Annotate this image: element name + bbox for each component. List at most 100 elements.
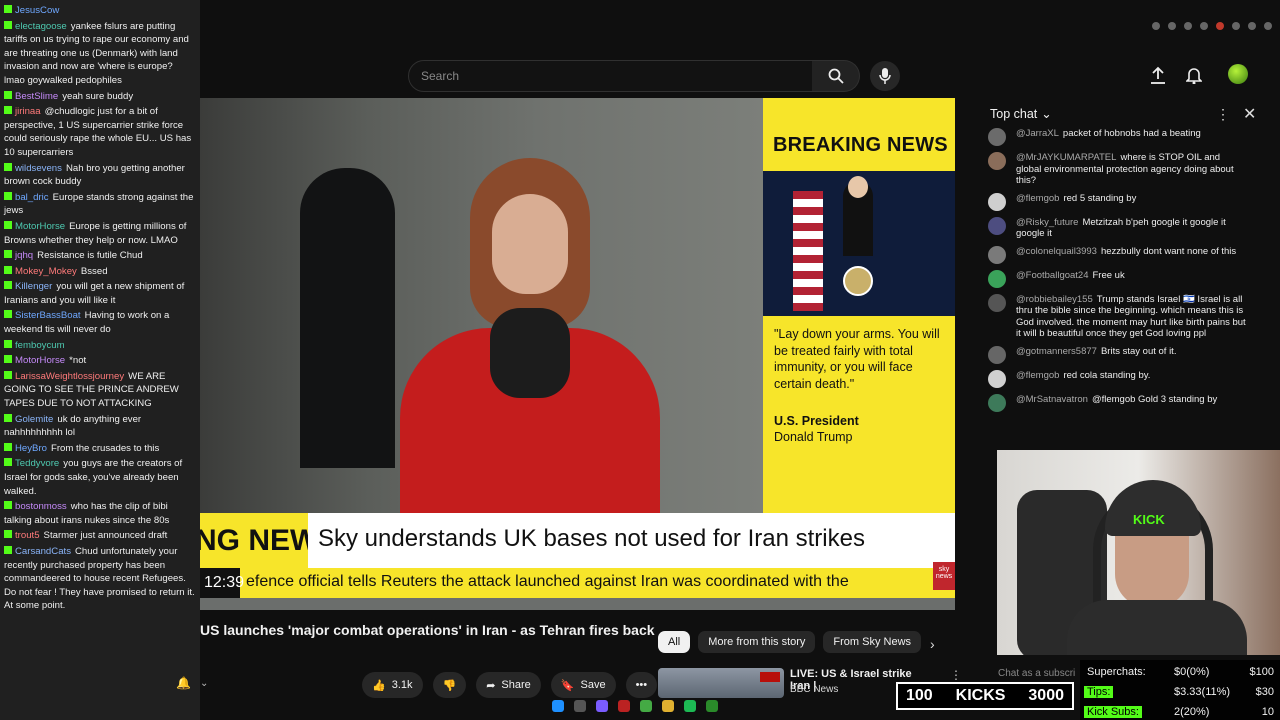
account-avatar[interactable] (1228, 64, 1248, 84)
windows-start-icon[interactable] (552, 700, 564, 712)
chat-author[interactable]: @Footballgoat24 (1016, 270, 1089, 281)
chat-username[interactable]: trout5 (15, 530, 40, 541)
kick-chat-overlay: JesusCow electagoose yankee fslurs are put… (0, 0, 200, 720)
extension-icon[interactable] (1168, 22, 1176, 30)
video-scene (200, 98, 763, 518)
chat-username[interactable]: Mokey_Mokey (15, 266, 77, 277)
chat-username[interactable]: Teddyvore (15, 458, 59, 469)
chat-username[interactable]: MotorHorse (15, 221, 65, 232)
chat-username[interactable]: SisterBassBoat (15, 310, 81, 321)
stream-goals: Superchats: $0(0%) $100 Tips: $3.33(11%)… (1080, 660, 1280, 720)
chat-username[interactable]: femboycum (15, 340, 65, 351)
chat-username[interactable]: electagoose (15, 21, 67, 32)
sub-badge-icon (4, 281, 12, 290)
notifications-button[interactable] (1185, 66, 1203, 89)
chat-author[interactable]: @JarraXL (1016, 128, 1059, 139)
chat-username[interactable]: bostonmoss (15, 501, 67, 512)
save-button[interactable]: 🔖 Save (550, 672, 616, 698)
discord-icon[interactable] (596, 700, 608, 712)
chat-author[interactable]: @MrSatnavatron (1016, 394, 1088, 405)
search-button[interactable] (812, 60, 860, 92)
chat-author[interactable]: @flemgob (1016, 370, 1059, 381)
chat-author[interactable]: @flemgob (1016, 193, 1059, 204)
chat-username[interactable]: Golemite (15, 414, 53, 425)
sub-badge-icon (4, 162, 12, 171)
extension-icon[interactable] (1232, 22, 1240, 30)
chevron-right-icon[interactable]: › (930, 636, 935, 652)
xbox-icon[interactable] (706, 700, 718, 712)
avatar[interactable] (988, 152, 1006, 170)
like-button[interactable]: 👍 3.1k (362, 672, 423, 698)
voice-search-button[interactable] (870, 61, 900, 91)
avatar[interactable] (988, 192, 1006, 211)
news-ticker: 12:39 efence official tells Reuters the … (200, 568, 955, 598)
chat-username[interactable]: jirinaa (15, 106, 41, 117)
chat-author[interactable]: @gotmanners5877 (1016, 346, 1097, 357)
chat-author[interactable]: @Risky_future (1016, 217, 1078, 228)
headline-bar: BREAKING NEWS Sky understands UK bases n… (200, 513, 955, 568)
folder-icon[interactable] (662, 700, 674, 712)
video-player[interactable]: BREAKING NEWS "Lay down your arms. You w… (200, 98, 955, 610)
chat-author[interactable]: @robbiebailey155 (1016, 294, 1093, 305)
bell-icon[interactable]: 🔔 (176, 676, 191, 690)
top-chat-message: @Footballgoat24 Free uk (988, 269, 1248, 288)
chat-text: @flemgob Gold 3 standing by (1091, 393, 1218, 405)
chip-all[interactable]: All (658, 631, 691, 653)
close-icon[interactable]: ✕ (1243, 104, 1256, 124)
chat-username[interactable]: HeyBro (15, 443, 47, 454)
avatar[interactable] (988, 345, 1006, 364)
kick-chat-message: jqhq Resistance is futile Chud (4, 249, 196, 263)
chat-author[interactable]: @colonelquail3993 (1016, 246, 1097, 257)
search-icon[interactable] (574, 700, 586, 712)
sub-badge-icon (4, 545, 12, 554)
chat-username[interactable]: BestSlime (15, 91, 58, 102)
chevron-down-icon[interactable]: ⌄ (200, 678, 208, 689)
bell-icon (1185, 68, 1203, 85)
dislike-button[interactable]: 👎 (432, 672, 467, 698)
chat-username[interactable]: wildsevens (15, 163, 62, 174)
avatar[interactable] (988, 293, 1006, 312)
avatar[interactable] (988, 216, 1006, 235)
top-chat-messages: @JarraXL packet of hobnobs had a beating @… (988, 128, 1248, 453)
chat-username[interactable]: MotorHorse (15, 355, 65, 366)
more-vert-icon[interactable]: ⋮ (950, 668, 962, 682)
chat-username[interactable]: CarsandCats (15, 546, 71, 557)
chat-input[interactable]: Chat as a subscri (998, 668, 1075, 679)
chat-username[interactable]: jqhq (15, 250, 33, 261)
superchats-row: Superchats: $0(0%) $100 (1087, 666, 1274, 678)
chat-username[interactable]: LarissaWeightlossjourney (15, 371, 124, 382)
top-chat-selector[interactable]: Top chat ⌄ (990, 106, 1052, 122)
recommendation-thumbnail[interactable] (658, 668, 784, 698)
more-vert-icon[interactable]: ⋮ (1216, 106, 1230, 123)
avatar[interactable] (988, 269, 1006, 288)
avatar[interactable] (988, 128, 1006, 146)
extension-icon[interactable] (1152, 22, 1160, 30)
create-button[interactable] (1150, 66, 1166, 89)
kick-chat-message: bostonmoss who has the clip of bibi talki… (4, 500, 196, 527)
search-icon (828, 68, 844, 84)
chat-text: Bssed (80, 265, 108, 277)
chip-from-sky-news[interactable]: From Sky News (823, 631, 922, 653)
chat-author[interactable]: @MrJAYKUMARPATEL (1016, 152, 1116, 163)
attrib-role: U.S. President (774, 414, 859, 428)
recommendation-channel[interactable]: BBC News (790, 684, 838, 695)
search-input[interactable]: Search (408, 60, 813, 92)
chat-username[interactable]: Killenger (15, 281, 52, 292)
top-chat-message: @JarraXL packet of hobnobs had a beating (988, 128, 1248, 146)
share-button[interactable]: ➦ Share (476, 672, 541, 698)
chat-username[interactable]: bal_dric (15, 192, 49, 203)
extension-icon[interactable] (1200, 22, 1208, 30)
extension-icon[interactable] (1184, 22, 1192, 30)
extension-icon[interactable] (1264, 22, 1272, 30)
avatar[interactable] (988, 245, 1006, 264)
more-actions-button[interactable]: ••• (625, 672, 658, 698)
avatar[interactable] (988, 393, 1006, 412)
chip-more-from-story[interactable]: More from this story (698, 631, 816, 653)
chrome-icon[interactable] (640, 700, 652, 712)
spotify-icon[interactable] (684, 700, 696, 712)
extension-icon[interactable] (1216, 22, 1224, 30)
avatar[interactable] (988, 369, 1006, 388)
obs-icon[interactable] (618, 700, 630, 712)
chat-username[interactable]: JesusCow (15, 5, 59, 16)
extension-icon[interactable] (1248, 22, 1256, 30)
